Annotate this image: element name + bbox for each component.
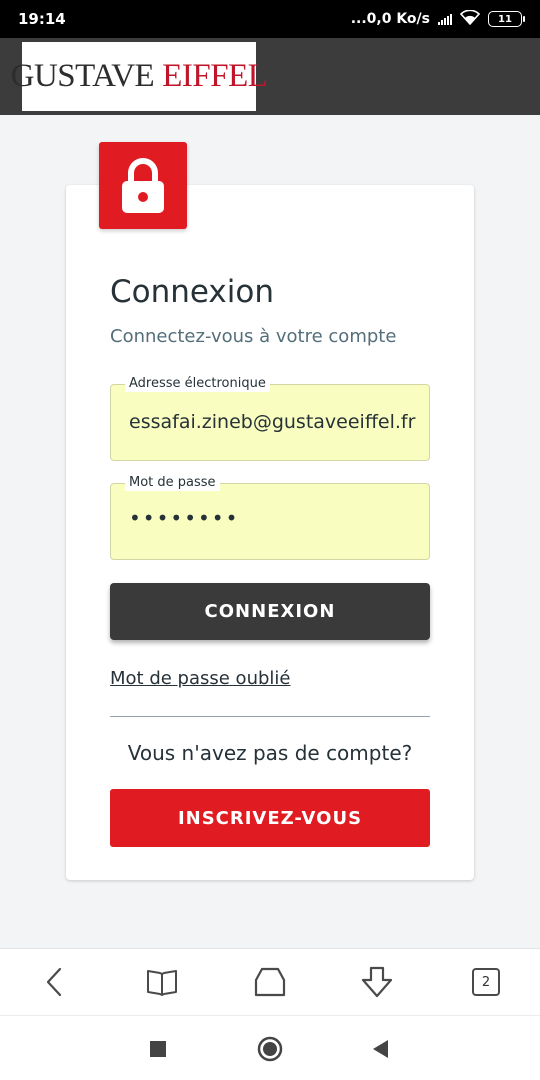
page-title: Connexion — [110, 274, 275, 310]
browser-toolbar: 2 — [0, 948, 540, 1015]
login-button[interactable]: CONNEXION — [110, 583, 430, 640]
logo-text-gustave: GUSTAVE — [10, 58, 155, 94]
bookmarks-icon[interactable] — [142, 962, 182, 1002]
gustave-eiffel-logo[interactable]: GUSTAVE EIFFEL — [11, 42, 268, 111]
tab-count: 2 — [472, 968, 500, 996]
logo-text-eiffel: EIFFEL — [162, 58, 268, 94]
password-field-value[interactable]: •••••••• — [129, 506, 425, 530]
signal-icon — [438, 13, 452, 25]
email-field-label: Adresse électronique — [125, 376, 270, 392]
status-time: 19:14 — [18, 10, 66, 28]
battery-level: 11 — [498, 13, 512, 25]
lock-icon — [99, 142, 187, 229]
network-speed: ...0,0 Ko/s — [350, 11, 430, 27]
page-subtitle: Connectez-vous à votre compte — [110, 326, 397, 347]
back-icon[interactable] — [34, 962, 74, 1002]
status-indicators: ...0,0 Ko/s 11 — [350, 9, 525, 29]
forgot-password-link[interactable]: Mot de passe oublié — [110, 668, 290, 689]
no-account-text: Vous n'avez pas de compte? — [127, 741, 413, 765]
back-triangle-icon[interactable] — [367, 1036, 393, 1062]
download-icon[interactable] — [357, 962, 397, 1002]
battery-icon: 11 — [488, 11, 525, 27]
system-navigation-bar — [0, 1015, 540, 1080]
signup-button[interactable]: INSCRIVEZ-VOUS — [110, 789, 430, 847]
status-bar: 19:14 ...0,0 Ko/s 11 — [0, 0, 540, 38]
home-icon[interactable] — [250, 962, 290, 1002]
app-header: GUSTAVE EIFFEL — [0, 38, 540, 115]
email-field[interactable]: Adresse électronique essafai.zineb@gusta… — [110, 376, 430, 461]
email-field-value[interactable]: essafai.zineb@gustaveeiffel.fr — [129, 411, 425, 433]
recents-icon[interactable] — [145, 1036, 171, 1062]
tabs-icon[interactable]: 2 — [466, 962, 506, 1002]
home-button-icon[interactable] — [257, 1036, 283, 1062]
wifi-icon — [459, 9, 481, 29]
password-field[interactable]: Mot de passe •••••••• — [110, 475, 430, 560]
password-field-label: Mot de passe — [125, 475, 220, 491]
divider — [110, 716, 430, 717]
